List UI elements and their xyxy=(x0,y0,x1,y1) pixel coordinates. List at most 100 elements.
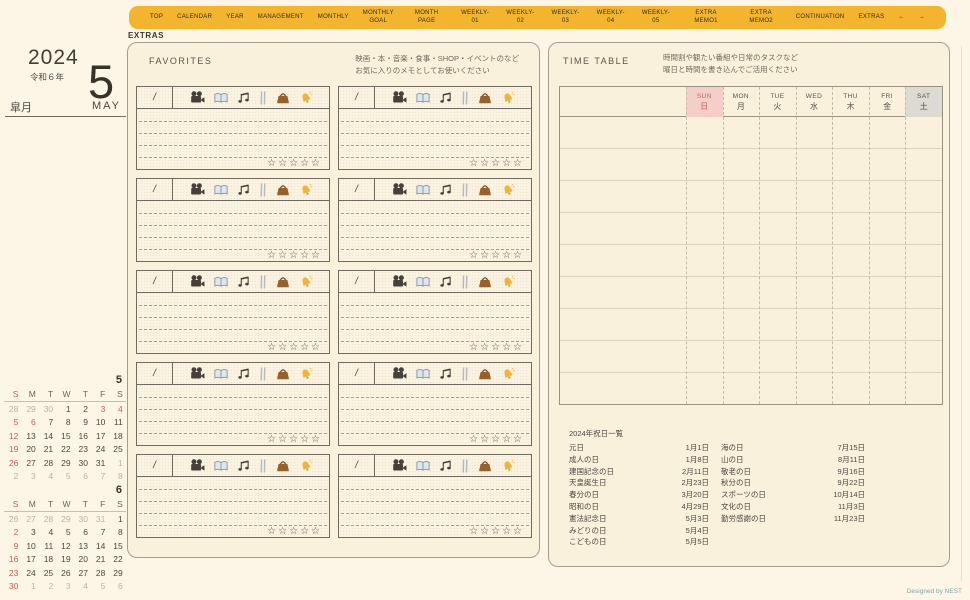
star-rating[interactable]: ☆☆☆☆☆ xyxy=(137,250,329,261)
date-slash-field[interactable]: / xyxy=(339,179,375,200)
writing-line[interactable] xyxy=(139,477,327,490)
writing-line[interactable] xyxy=(341,122,529,134)
nav-tab-extra-memo1[interactable]: EXTRA MEMO1 xyxy=(679,10,734,24)
favorite-card[interactable]: / xyxy=(136,178,330,262)
handbag-icon[interactable] xyxy=(276,459,290,472)
writing-line[interactable] xyxy=(139,306,327,318)
nav-tab-monthly-goal[interactable]: MONTHLY GOAL xyxy=(356,10,401,24)
music-notes-icon[interactable] xyxy=(439,367,452,380)
nav-tab-weekly-05[interactable]: WEEKLY-05 xyxy=(633,10,678,24)
writing-line[interactable] xyxy=(341,502,529,514)
star-rating[interactable]: ☆☆☆☆☆ xyxy=(339,434,531,445)
favorite-card[interactable]: / xyxy=(338,454,532,538)
chopsticks-icon[interactable] xyxy=(461,183,469,197)
open-book-icon[interactable] xyxy=(416,368,430,380)
writing-line[interactable] xyxy=(341,330,529,342)
writing-line[interactable] xyxy=(139,502,327,514)
date-slash-field[interactable]: / xyxy=(137,179,173,200)
handbag-icon[interactable] xyxy=(478,183,492,196)
chopsticks-icon[interactable] xyxy=(259,459,267,473)
date-slash-field[interactable]: / xyxy=(339,363,375,384)
favorite-card[interactable]: / xyxy=(136,454,330,538)
music-notes-icon[interactable] xyxy=(237,183,250,196)
handbag-icon[interactable] xyxy=(276,275,290,288)
date-slash-field[interactable]: / xyxy=(137,87,173,108)
music-notes-icon[interactable] xyxy=(237,367,250,380)
bell-icon[interactable] xyxy=(299,275,313,289)
date-slash-field[interactable]: / xyxy=(137,455,173,476)
bell-icon[interactable] xyxy=(501,367,515,381)
open-book-icon[interactable] xyxy=(214,460,228,472)
nav-tab-month-page[interactable]: MONTH PAGE xyxy=(401,10,453,24)
star-rating[interactable]: ☆☆☆☆☆ xyxy=(339,526,531,537)
music-notes-icon[interactable] xyxy=(237,459,250,472)
star-rating[interactable]: ☆☆☆☆☆ xyxy=(137,434,329,445)
writing-line[interactable] xyxy=(341,109,529,122)
writing-line[interactable] xyxy=(139,410,327,422)
date-slash-field[interactable]: / xyxy=(339,271,375,292)
timetable-body[interactable] xyxy=(560,117,942,404)
star-rating[interactable]: ☆☆☆☆☆ xyxy=(137,526,329,537)
writing-line[interactable] xyxy=(139,490,327,502)
star-rating[interactable]: ☆☆☆☆☆ xyxy=(339,158,531,169)
handbag-icon[interactable] xyxy=(276,183,290,196)
chopsticks-icon[interactable] xyxy=(259,183,267,197)
writing-line[interactable] xyxy=(139,422,327,434)
chopsticks-icon[interactable] xyxy=(461,91,469,105)
writing-line[interactable] xyxy=(341,318,529,330)
writing-line[interactable] xyxy=(139,146,327,158)
favorite-card[interactable]: / xyxy=(338,362,532,446)
writing-line[interactable] xyxy=(341,385,529,398)
favorite-card[interactable]: / xyxy=(136,86,330,170)
writing-line[interactable] xyxy=(139,201,327,214)
writing-line[interactable] xyxy=(341,146,529,158)
writing-line[interactable] xyxy=(341,422,529,434)
chopsticks-icon[interactable] xyxy=(259,275,267,289)
nav-tab-weekly-04[interactable]: WEEKLY-04 xyxy=(588,10,633,24)
writing-line[interactable] xyxy=(341,214,529,226)
music-notes-icon[interactable] xyxy=(439,183,452,196)
movie-camera-icon[interactable] xyxy=(392,91,407,104)
writing-line[interactable] xyxy=(341,293,529,306)
chopsticks-icon[interactable] xyxy=(461,275,469,289)
nav-tab-continuation[interactable]: CONTINUATION xyxy=(789,14,852,21)
date-slash-field[interactable]: / xyxy=(137,363,173,384)
bell-icon[interactable] xyxy=(299,91,313,105)
writing-line[interactable] xyxy=(139,514,327,526)
music-notes-icon[interactable] xyxy=(237,275,250,288)
handbag-icon[interactable] xyxy=(478,91,492,104)
writing-line[interactable] xyxy=(139,330,327,342)
writing-line[interactable] xyxy=(341,410,529,422)
open-book-icon[interactable] xyxy=(214,368,228,380)
bell-icon[interactable] xyxy=(501,275,515,289)
writing-line[interactable] xyxy=(341,226,529,238)
writing-line[interactable] xyxy=(341,201,529,214)
writing-line[interactable] xyxy=(139,385,327,398)
movie-camera-icon[interactable] xyxy=(392,367,407,380)
nav-tab-weekly-03[interactable]: WEEKLY-03 xyxy=(543,10,588,24)
bell-icon[interactable] xyxy=(299,459,313,473)
writing-line[interactable] xyxy=(341,238,529,250)
open-book-icon[interactable] xyxy=(214,92,228,104)
nav-tab-year[interactable]: YEAR xyxy=(219,14,251,21)
writing-line[interactable] xyxy=(341,514,529,526)
nav-tab-calendar[interactable]: CALENDAR xyxy=(170,14,219,21)
movie-camera-icon[interactable] xyxy=(190,459,205,472)
date-slash-field[interactable]: / xyxy=(339,455,375,476)
date-slash-field[interactable]: / xyxy=(339,87,375,108)
writing-line[interactable] xyxy=(139,293,327,306)
bell-icon[interactable] xyxy=(299,183,313,197)
music-notes-icon[interactable] xyxy=(439,91,452,104)
chopsticks-icon[interactable] xyxy=(461,459,469,473)
writing-line[interactable] xyxy=(139,122,327,134)
nav-tab-weekly-01[interactable]: WEEKLY-01 xyxy=(453,10,498,24)
nav-tab-extras[interactable]: EXTRAS xyxy=(852,14,892,21)
handbag-icon[interactable] xyxy=(478,275,492,288)
movie-camera-icon[interactable] xyxy=(392,275,407,288)
chopsticks-icon[interactable] xyxy=(259,91,267,105)
handbag-icon[interactable] xyxy=(478,367,492,380)
movie-camera-icon[interactable] xyxy=(190,275,205,288)
writing-line[interactable] xyxy=(139,109,327,122)
movie-camera-icon[interactable] xyxy=(392,183,407,196)
open-book-icon[interactable] xyxy=(416,276,430,288)
